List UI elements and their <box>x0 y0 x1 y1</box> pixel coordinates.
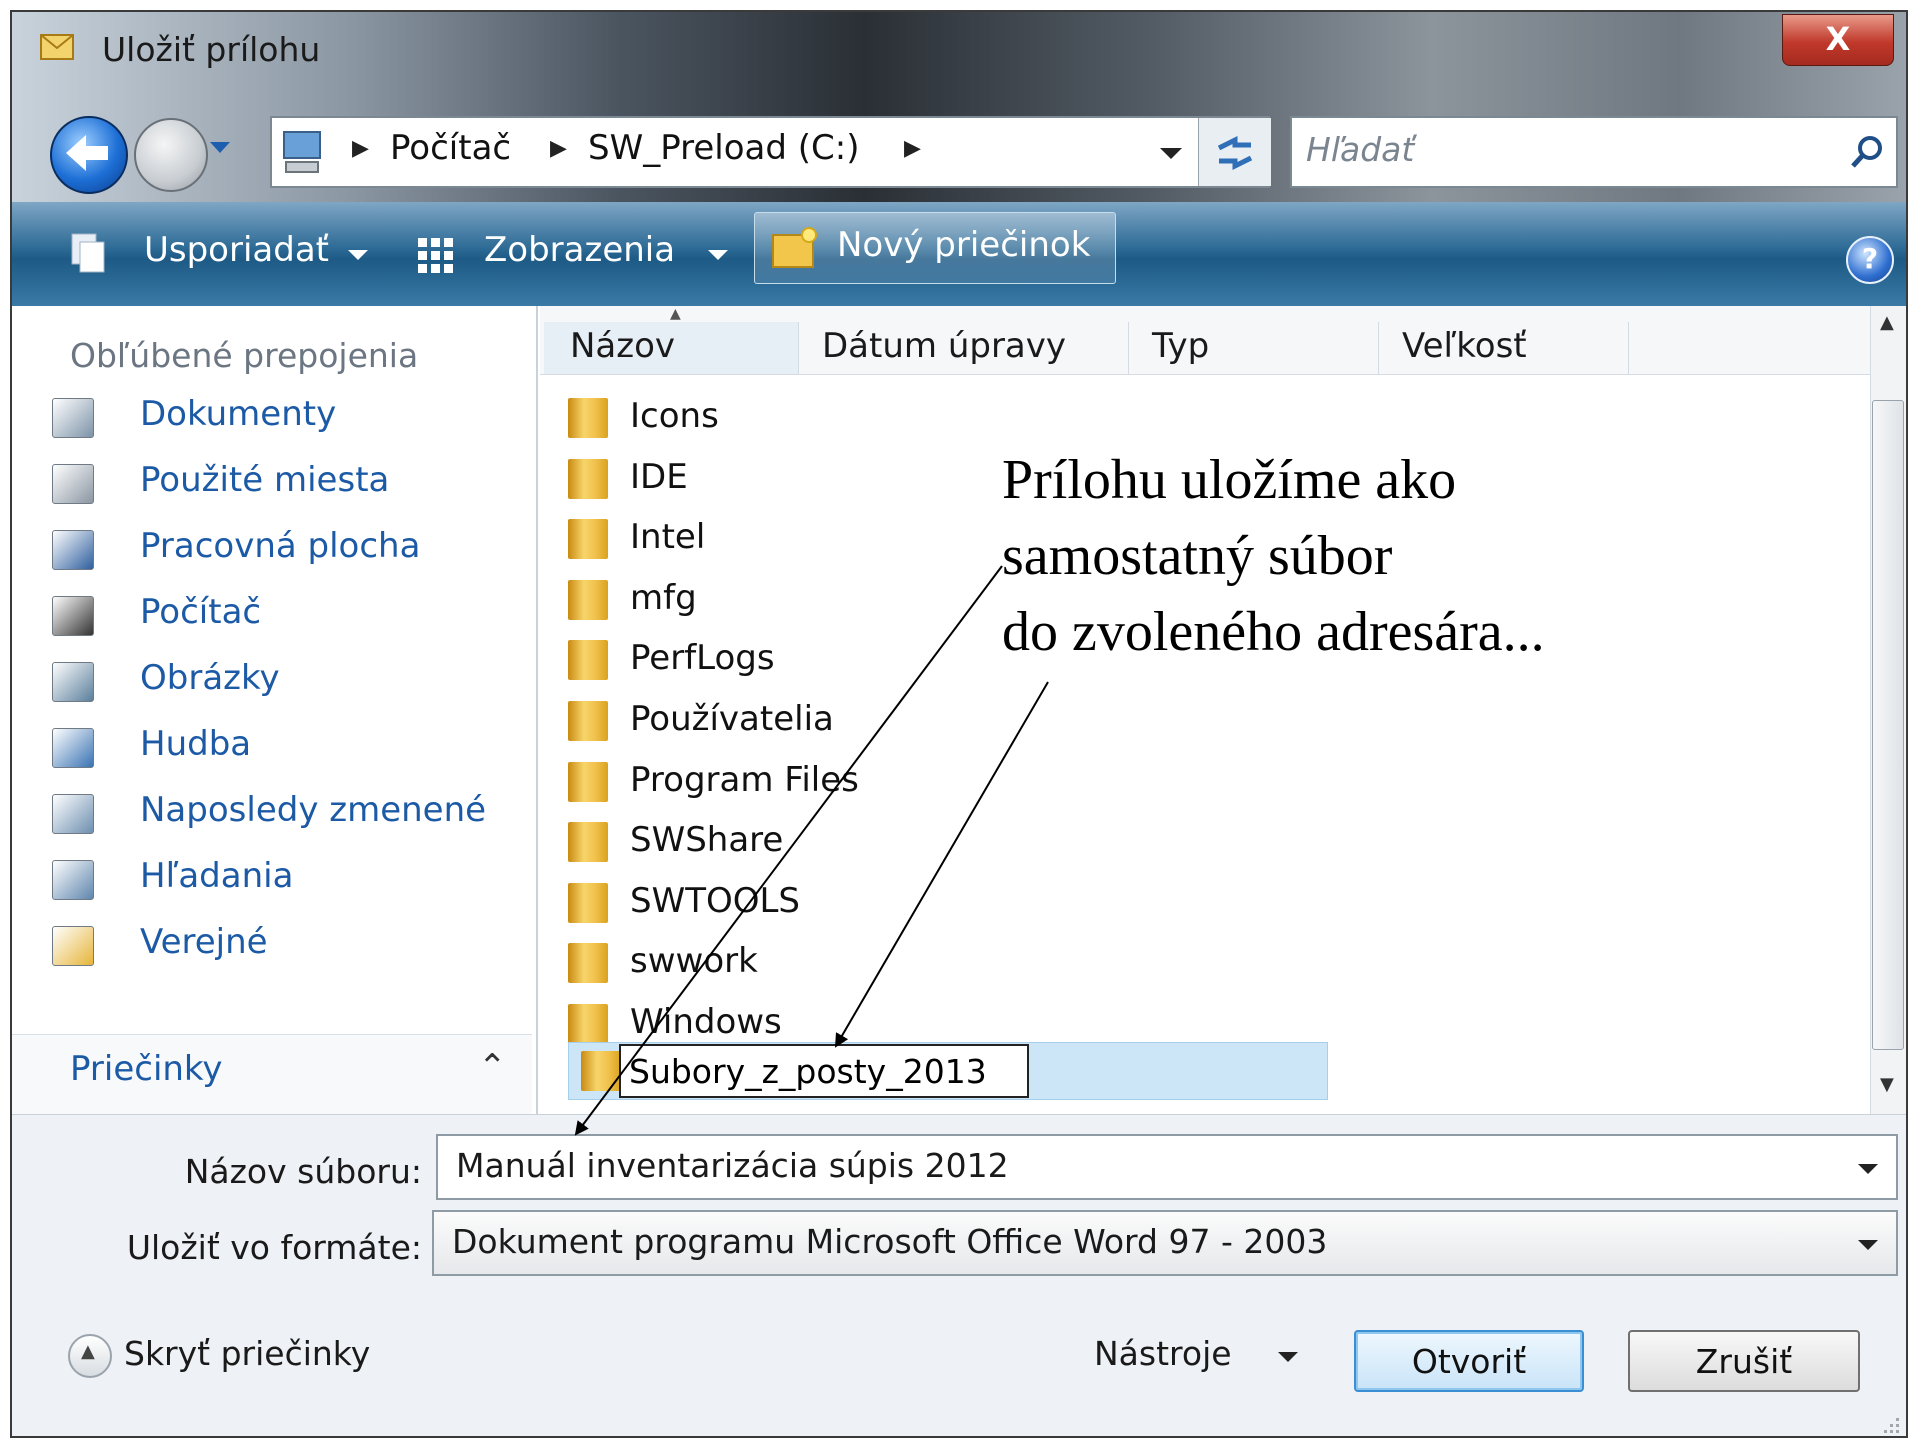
arrow-to-new-folder <box>834 681 1049 1048</box>
arrow-to-filename <box>574 565 1003 1136</box>
annotation-arrows <box>574 565 1049 1136</box>
